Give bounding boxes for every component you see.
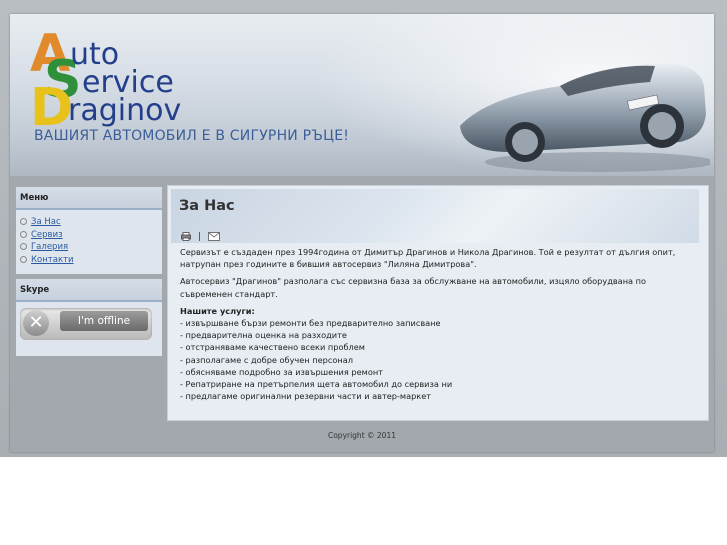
bullet-icon bbox=[20, 243, 27, 250]
site-wrapper: A S D uto ervice raginov ВАШИЯТ АВТОМОБИ… bbox=[10, 14, 714, 452]
print-icon[interactable] bbox=[181, 232, 191, 241]
bullet-icon bbox=[20, 218, 27, 225]
skype-title: Skype bbox=[16, 279, 162, 302]
sidebar: Меню За Нас Сервиз Галерия Контакти Skyp… bbox=[16, 187, 162, 361]
footer-copyright: Copyright © 2011 bbox=[327, 431, 396, 440]
menu-link-contacts[interactable]: Контакти bbox=[31, 255, 74, 265]
content-header-bg bbox=[171, 189, 699, 243]
car-image bbox=[460, 63, 710, 172]
services-item: - отстраняваме качествено всеки проблем bbox=[180, 342, 365, 353]
offline-icon: ✕ bbox=[23, 310, 49, 336]
services-heading: Нашите услуги: bbox=[180, 305, 255, 316]
menu-link-about[interactable]: За Нас bbox=[31, 217, 61, 227]
skype-status-label: I'm offline bbox=[60, 311, 148, 331]
logo-word-draginov: raginov bbox=[68, 93, 182, 128]
menu-link-service[interactable]: Сервиз bbox=[31, 230, 63, 240]
logo-letter-d: D bbox=[30, 78, 74, 138]
services-item: - предварителна оценка на разходите bbox=[180, 330, 347, 341]
bullet-icon bbox=[20, 230, 27, 238]
site-slogan: ВАШИЯТ АВТОМОБИЛ Е В СИГУРНИ РЪЦЕ! bbox=[34, 128, 350, 144]
menu-item-gallery[interactable]: Галерия bbox=[20, 241, 162, 254]
article-icons: | bbox=[181, 226, 221, 242]
menu-item-contacts[interactable]: Контакти bbox=[20, 254, 162, 267]
skype-status-button[interactable]: ✕ I'm offline bbox=[20, 308, 152, 340]
site-header: A S D uto ervice raginov ВАШИЯТ АВТОМОБИ… bbox=[10, 14, 714, 176]
email-icon[interactable] bbox=[208, 232, 221, 241]
about-paragraph-1: Сервизът е създаден през 1994година от Д… bbox=[180, 247, 676, 270]
menu-title: Меню bbox=[16, 187, 162, 210]
article-body: Сервизът е създаден през 1994година от Д… bbox=[180, 246, 680, 402]
menu-list: За Нас Сервиз Галерия Контакти bbox=[16, 210, 162, 274]
page-title: За Нас bbox=[179, 198, 235, 214]
services-item: - предлагаме оригинални резервни части и… bbox=[180, 391, 432, 402]
bullet-icon bbox=[20, 255, 27, 263]
site-logo[interactable]: A S D uto ervice raginov bbox=[30, 28, 210, 138]
services-item: - обясняваме подробно за извършения ремо… bbox=[180, 366, 383, 377]
services-item: - извършване бързи ремонти без предварит… bbox=[180, 318, 441, 329]
main-content: За Нас | Сервизът е създаден през 1994го… bbox=[167, 185, 709, 421]
services-item: - разполагаме с добре обучен персонал bbox=[180, 354, 353, 365]
menu-item-service[interactable]: Сервиз bbox=[20, 229, 162, 242]
menu-item-about[interactable]: За Нас bbox=[20, 216, 162, 229]
menu-module: Меню За Нас Сервиз Галерия Контакти bbox=[16, 187, 162, 274]
skype-body: ✕ I'm offline bbox=[16, 302, 162, 356]
about-paragraph-2: Автосервиз "Драгинов" разполага със серв… bbox=[180, 276, 647, 299]
icon-separator: | bbox=[198, 231, 202, 242]
skype-module: Skype ✕ I'm offline bbox=[16, 279, 162, 356]
services-item: - Репатриране на претърпелия щета автомо… bbox=[180, 379, 453, 390]
menu-link-gallery[interactable]: Галерия bbox=[31, 242, 68, 252]
